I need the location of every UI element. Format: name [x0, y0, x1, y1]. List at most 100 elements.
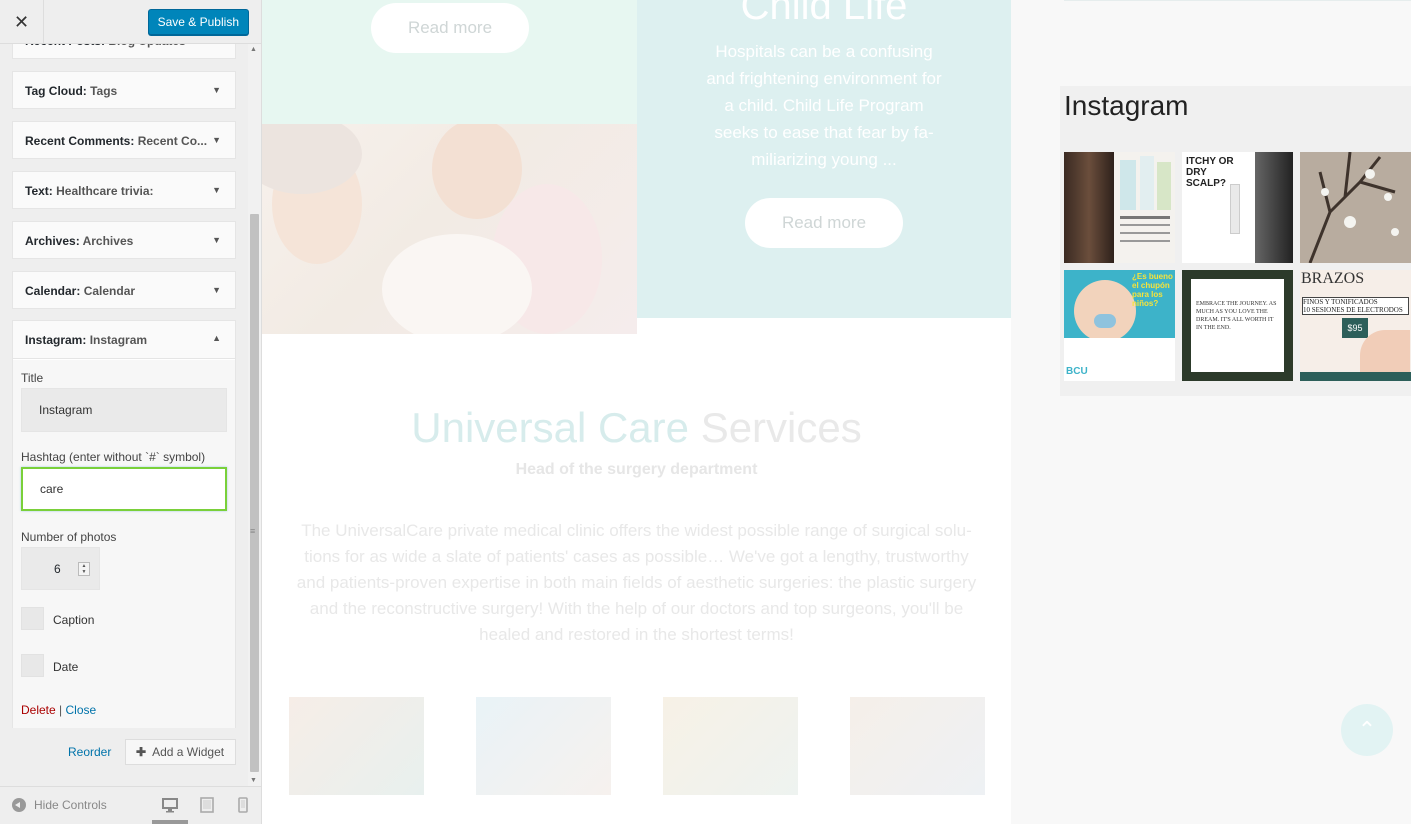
read-more-button[interactable]: Read more	[371, 3, 529, 53]
hide-controls-button[interactable]: Hide Controls	[12, 798, 107, 812]
services-title-accent: Universal Care	[411, 404, 690, 451]
hide-controls-label: Hide Controls	[34, 798, 107, 812]
services-subtitle: Head of the surgery department	[515, 461, 758, 478]
date-checkbox[interactable]	[21, 654, 44, 677]
site-preview: Read more Read more Child Life Hospitals…	[262, 0, 1411, 824]
add-widget-label: Add a Widget	[152, 745, 225, 759]
feature-block-mint: Read more	[262, 0, 637, 124]
instagram-widget-header[interactable]: Instagram: Instagram ▲	[13, 321, 235, 359]
instagram-thumb[interactable]	[1064, 152, 1175, 263]
collapse-arrow-icon[interactable]: ▲	[212, 333, 221, 343]
instagram-preview-title: Instagram	[1064, 90, 1189, 121]
collapse-icon	[12, 798, 26, 812]
widget-name: Archives	[82, 234, 134, 248]
tree-icon	[1308, 152, 1399, 263]
widget-type: Text:	[25, 184, 53, 198]
delete-link[interactable]: Delete	[21, 703, 56, 717]
widget-type: Recent Comments:	[25, 134, 135, 148]
widget-name: Recent Co...	[137, 134, 208, 148]
photo-figure	[382, 234, 532, 334]
widget-name: Calendar	[83, 284, 136, 298]
service-image[interactable]	[289, 697, 424, 795]
title-label: Title	[21, 371, 44, 385]
add-widget-button[interactable]: ✚ Add a Widget	[125, 739, 236, 765]
close-icon: ✕	[13, 11, 30, 32]
scroll-down-icon[interactable]: ▼	[250, 777, 257, 784]
mobile-icon[interactable]	[235, 797, 251, 813]
close-customizer-button[interactable]: ✕	[0, 0, 44, 44]
hashtag-input[interactable]: care	[21, 467, 227, 511]
scroll-up-icon[interactable]: ▲	[250, 46, 257, 53]
services-title: Universal Care Services	[262, 404, 1011, 452]
widget-text[interactable]: Text: Healthcare trivia: ▼	[12, 171, 236, 209]
photos-label: Number of photos	[21, 530, 117, 544]
widget-type: Tag Cloud:	[25, 84, 87, 98]
customizer-sidebar: Recent Posts: Blog Updates ▼ Tag Cloud: …	[0, 0, 262, 824]
hashtag-label: Hashtag (enter without `#` symbol)	[21, 450, 206, 464]
service-image[interactable]	[850, 697, 985, 795]
date-label: Date	[53, 660, 79, 674]
service-image[interactable]	[476, 697, 611, 795]
services-title-main: Services	[700, 404, 862, 451]
widget-recent-comments[interactable]: Recent Comments: Recent Co... ▼	[12, 121, 236, 159]
thumb-text: ¿Es bueno el chupón para los niños?	[1132, 272, 1173, 308]
services-description: The UniversalCare private medical clinic…	[296, 521, 977, 644]
instagram-thumb[interactable]: BRAZOS FINOS Y TONIFICADOS 10 SESIONES DE…	[1300, 270, 1411, 381]
widget-tag-cloud[interactable]: Tag Cloud: Tags ▼	[12, 71, 236, 109]
expand-arrow-icon[interactable]: ▼	[212, 185, 221, 195]
expand-arrow-icon[interactable]: ▼	[212, 235, 221, 245]
widget-actions: Delete | Close	[21, 703, 96, 717]
divider	[1064, 0, 1411, 1]
thumb-text: EMBRACE THE JOURNEY. AS MUCH AS YOU LOVE…	[1196, 301, 1277, 331]
scroll-thumb[interactable]	[250, 214, 259, 772]
tablet-icon[interactable]	[199, 797, 215, 813]
photos-value: 6	[54, 562, 61, 576]
active-device-indicator	[152, 820, 188, 824]
thumb-text: $95	[1342, 318, 1368, 338]
number-spinner[interactable]: ▲ ▼	[78, 562, 90, 576]
widget-name: Healthcare trivia:	[56, 184, 154, 198]
thumb-text: BRAZOS	[1301, 270, 1365, 287]
photos-number-input[interactable]: 6 ▲ ▼	[21, 547, 100, 590]
reorder-link[interactable]: Reorder	[68, 745, 111, 759]
customizer-footer: Hide Controls	[0, 786, 261, 824]
sidebar-scrollbar[interactable]: ▲ ≡ ▼	[248, 44, 261, 786]
widget-type: Calendar:	[25, 284, 81, 298]
feature-photo	[262, 124, 637, 334]
thumb-text: FINOS Y TONIFICADOS	[1303, 298, 1378, 306]
instagram-thumb[interactable]	[1300, 152, 1411, 263]
scroll-to-top-button[interactable]: ⌃	[1341, 704, 1393, 756]
chevron-up-icon: ⌃	[1357, 717, 1377, 742]
widget-area-panel: Recent Posts: Blog Updates ▼ Tag Cloud: …	[0, 0, 250, 786]
widget-name: Instagram	[89, 333, 148, 347]
widget-type: Archives:	[25, 234, 80, 248]
expand-arrow-icon[interactable]: ▼	[212, 85, 221, 95]
instagram-thumb[interactable]: ITCHY OR DRY SCALP?	[1182, 152, 1293, 263]
caption-label: Caption	[53, 613, 95, 627]
instagram-preview-widget: Instagram ITCHY OR DRY SCALP? ¿Es bueno …	[1060, 86, 1411, 396]
service-image[interactable]	[663, 697, 798, 795]
widget-name: Tags	[90, 84, 118, 98]
instagram-thumb[interactable]: ¿Es bueno el chupón para los niños? BCU	[1064, 270, 1175, 381]
expand-arrow-icon[interactable]: ▼	[212, 135, 221, 145]
grip-icon: ≡	[250, 526, 256, 536]
separator: |	[59, 703, 63, 717]
widget-archives[interactable]: Archives: Archives ▼	[12, 221, 236, 259]
desktop-icon[interactable]	[162, 797, 178, 813]
thumb-text: BCU	[1066, 366, 1088, 377]
instagram-thumb[interactable]: EMBRACE THE JOURNEY. AS MUCH AS YOU LOVE…	[1182, 270, 1293, 381]
thumb-text: 10 SESIONES DE ELECTRODOS	[1303, 306, 1403, 314]
widget-instagram: Instagram: Instagram ▲ Title Instagram H…	[12, 320, 236, 728]
child-life-text: Hospitals can be a confusing and frighte…	[706, 42, 942, 169]
title-input[interactable]: Instagram	[21, 388, 227, 432]
child-life-title: Child Life	[740, 0, 908, 28]
close-link[interactable]: Close	[66, 703, 97, 717]
caption-checkbox[interactable]	[21, 607, 44, 630]
save-publish-button[interactable]: Save & Publish	[147, 9, 249, 35]
widget-type: Instagram:	[25, 333, 87, 347]
read-more-button[interactable]: Read more	[745, 198, 903, 248]
plus-icon: ✚	[136, 745, 147, 759]
expand-arrow-icon[interactable]: ▼	[212, 285, 221, 295]
customizer-header: ✕ Save & Publish	[0, 0, 261, 44]
widget-calendar[interactable]: Calendar: Calendar ▼	[12, 271, 236, 309]
